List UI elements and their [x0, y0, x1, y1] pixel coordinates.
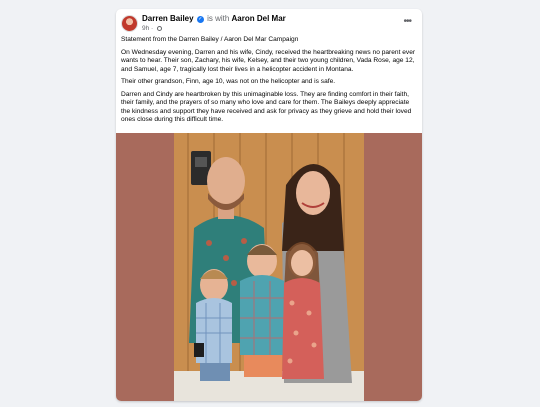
post-paragraph: Darren and Cindy are heartbroken by this…	[121, 90, 412, 124]
author-avatar[interactable]	[121, 15, 138, 32]
post-paragraph: Their other grandson, Finn, age 10, was …	[121, 78, 336, 85]
post-header: Darren Bailey ✓ is with Aaron Del Mar 9h…	[121, 14, 417, 36]
post-timestamp[interactable]: 9h	[142, 25, 149, 32]
tagged-user[interactable]: Aaron Del Mar	[232, 14, 286, 23]
facebook-post-card: Darren Bailey ✓ is with Aaron Del Mar 9h…	[116, 9, 422, 401]
post-meta: 9h ·	[142, 24, 163, 33]
family-photo	[174, 133, 364, 401]
verified-badge-icon: ✓	[196, 16, 204, 23]
post-paragraph: On Wednesday evening, Darren and his wif…	[121, 48, 416, 73]
post-paragraph: Statement from the Darren Bailey / Aaron…	[121, 36, 299, 43]
more-options-icon[interactable]: •••	[403, 17, 411, 27]
globe-icon	[157, 26, 163, 31]
post-photo[interactable]	[116, 133, 422, 401]
author-line: Darren Bailey ✓ is with Aaron Del Mar	[142, 14, 286, 24]
post-text: Statement from the Darren Bailey / Aaron…	[121, 36, 418, 129]
with-text: is with	[207, 14, 230, 23]
author-name[interactable]: Darren Bailey	[142, 14, 194, 23]
